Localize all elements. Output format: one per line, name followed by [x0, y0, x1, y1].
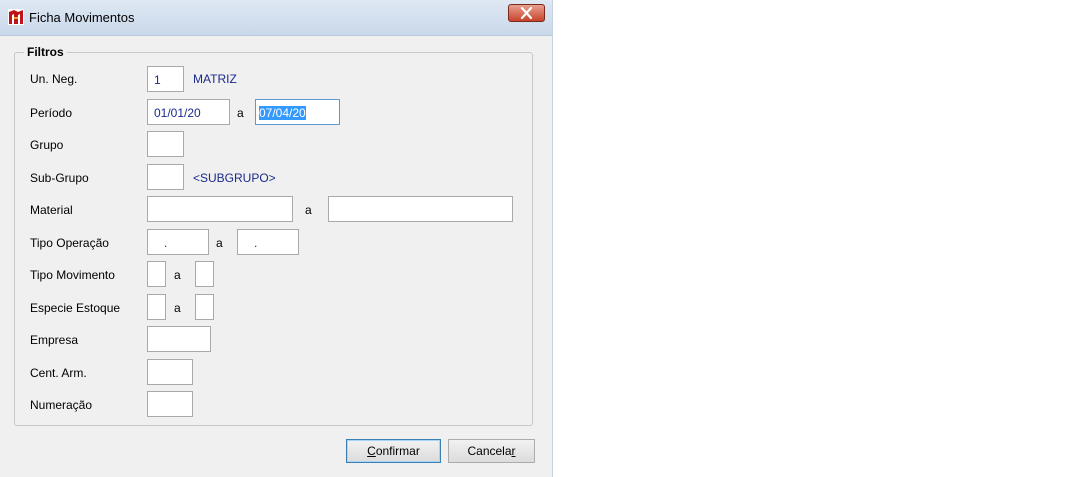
- material-label: Material: [30, 203, 73, 217]
- dialog-window: Ficha Movimentos Filtros Un. Neg. 1 MATR…: [0, 0, 553, 477]
- tipo-movimento-label: Tipo Movimento: [30, 268, 115, 282]
- numeracao-input[interactable]: [147, 391, 193, 417]
- title-bar: Ficha Movimentos: [0, 0, 552, 36]
- tipo-operacao-label: Tipo Operação: [30, 236, 109, 250]
- periodo-to-value: 07/04/20: [259, 106, 306, 120]
- material-separator: a: [305, 203, 312, 217]
- un-neg-label: Un. Neg.: [30, 72, 78, 86]
- especie-estoque-from-input[interactable]: [147, 294, 166, 320]
- empresa-input[interactable]: [147, 326, 211, 352]
- un-neg-input[interactable]: 1: [147, 66, 184, 92]
- empresa-label: Empresa: [30, 333, 79, 347]
- especie-estoque-to-input[interactable]: [195, 294, 214, 320]
- sub-grupo-input[interactable]: [147, 164, 184, 190]
- tipo-movimento-separator: a: [174, 268, 181, 282]
- material-to-input[interactable]: [328, 196, 513, 222]
- confirm-accel: C: [367, 444, 376, 458]
- periodo-to-input[interactable]: 07/04/20: [255, 99, 340, 125]
- confirm-label: onfirmar: [375, 444, 420, 458]
- material-from-input[interactable]: [147, 196, 293, 222]
- periodo-label: Período: [30, 106, 73, 120]
- numeracao-label: Numeração: [30, 398, 93, 412]
- sub-grupo-name: <SUBGRUPO>: [193, 171, 276, 185]
- un-neg-name: MATRIZ: [193, 72, 237, 86]
- grupo-input[interactable]: [147, 131, 184, 157]
- especie-estoque-label: Especie Estoque: [30, 301, 121, 315]
- tipo-movimento-to-input[interactable]: [195, 261, 214, 287]
- especie-estoque-separator: a: [174, 301, 181, 315]
- app-logo-icon: [8, 9, 24, 25]
- cent-arm-input[interactable]: [147, 359, 193, 385]
- close-button[interactable]: [508, 4, 545, 22]
- periodo-from-input[interactable]: 01/01/20: [147, 99, 230, 125]
- confirm-button[interactable]: Confirmar: [346, 439, 441, 463]
- cancel-button[interactable]: Cancelar: [448, 439, 535, 463]
- filters-legend: Filtros: [24, 45, 67, 59]
- tipo-movimento-from-input[interactable]: [147, 261, 166, 287]
- sub-grupo-label: Sub-Grupo: [30, 171, 89, 185]
- tipo-operacao-to-input[interactable]: .: [237, 229, 299, 255]
- close-icon: [520, 7, 533, 19]
- cancel-accel: r: [511, 444, 516, 458]
- tipo-operacao-separator: a: [216, 236, 223, 250]
- window-title: Ficha Movimentos: [29, 10, 135, 25]
- tipo-operacao-from-input[interactable]: .: [147, 229, 209, 255]
- cent-arm-label: Cent. Arm.: [30, 366, 87, 380]
- periodo-separator: a: [237, 106, 244, 120]
- cancel-label: Cancela: [467, 444, 512, 458]
- grupo-label: Grupo: [30, 138, 64, 152]
